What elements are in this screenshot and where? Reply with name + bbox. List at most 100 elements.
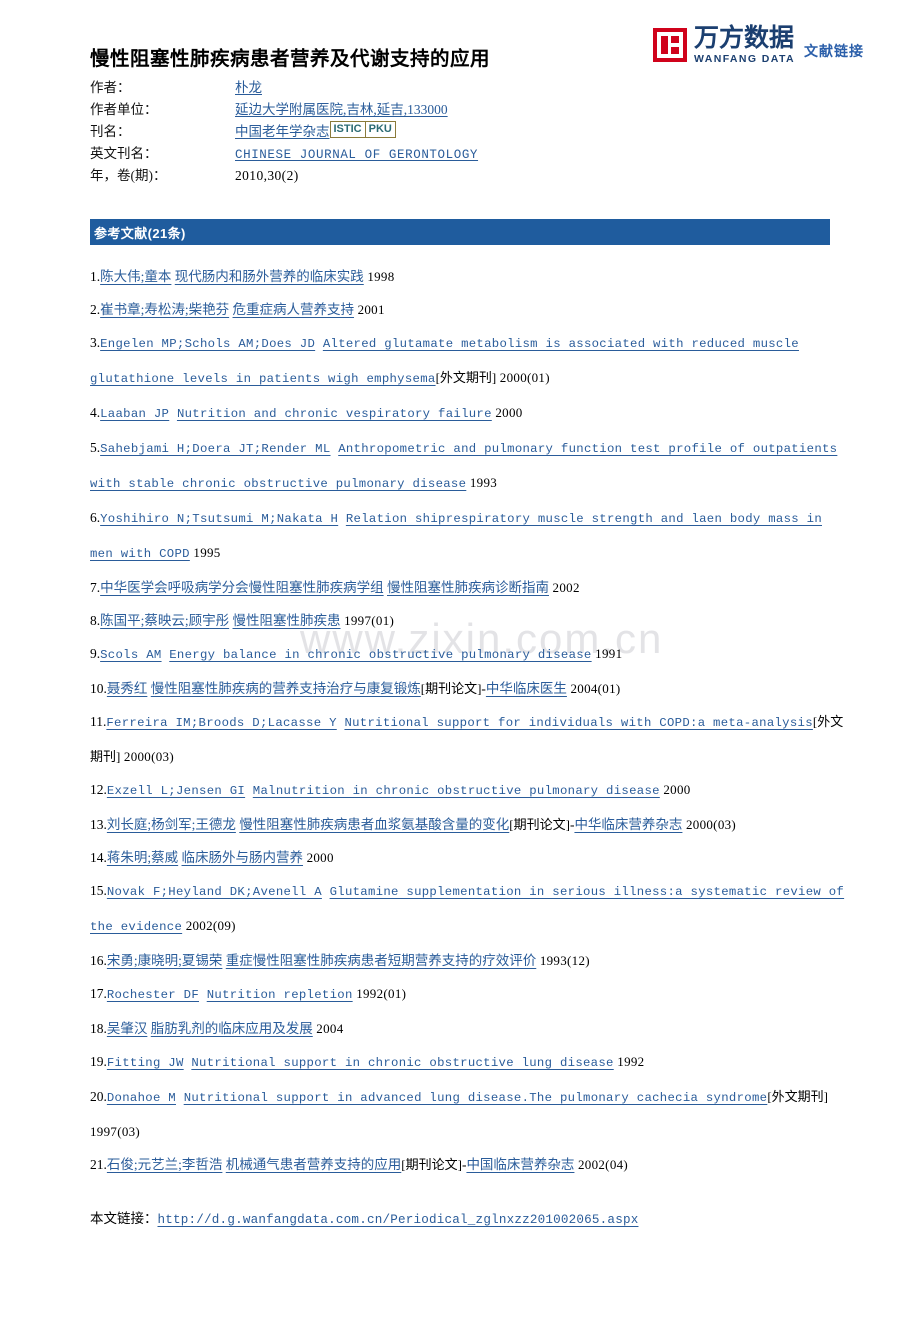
reference-text: 1992 bbox=[613, 1054, 645, 1069]
reference-text: 2000 bbox=[659, 782, 691, 797]
metadata-label: 年，卷(期)： bbox=[90, 168, 167, 183]
reference-text: [外文期刊] bbox=[435, 370, 497, 385]
reference-link[interactable]: 慢性阻塞性肺疾病患者血浆氨基酸含量的变化 bbox=[239, 817, 509, 832]
article-link-url[interactable]: http://d.g.wanfangdata.com.cn/Periodical… bbox=[158, 1213, 639, 1227]
metadata-row: 作者单位： 延边大学附属医院,吉林,延吉,133000 bbox=[90, 98, 478, 120]
wanfang-logo-en: WANFANG DATA bbox=[694, 53, 795, 65]
reference-text bbox=[199, 988, 207, 1002]
metadata-value-link[interactable]: 朴龙 bbox=[235, 76, 262, 96]
reference-link[interactable]: 中华临床医生 bbox=[486, 681, 567, 696]
metadata-row: 刊名： 中国老年学杂志 ISTIC PKU bbox=[90, 120, 478, 142]
reference-link[interactable]: 聂秀红 bbox=[107, 681, 148, 696]
reference-text: 2000 bbox=[303, 850, 334, 865]
reference-item: 21.石俊;元艺兰;李哲浩 机械通气患者营养支持的应用[期刊论文]-中国临床营养… bbox=[90, 1148, 850, 1181]
metadata-label: 作者： bbox=[90, 80, 131, 95]
reference-link[interactable]: Nutritional support for individuals with… bbox=[344, 716, 812, 730]
document-link-label[interactable]: 文献链接 bbox=[804, 41, 864, 61]
reference-index: 18. bbox=[90, 1021, 107, 1036]
reference-link[interactable]: 陈国平;蔡映云;顾宇彤 bbox=[100, 613, 229, 628]
reference-link[interactable]: Nutritional support in advanced lung dis… bbox=[184, 1091, 768, 1105]
reference-index: 4. bbox=[90, 405, 101, 420]
reference-link[interactable]: Novak F;Heyland DK;Avenell A bbox=[107, 885, 322, 899]
badge-pku: PKU bbox=[365, 120, 396, 138]
reference-link[interactable]: Rochester DF bbox=[107, 988, 199, 1002]
reference-link[interactable]: Laaban JP bbox=[100, 407, 169, 421]
reference-index: 11. bbox=[90, 714, 107, 729]
reference-link[interactable]: Exzell L;Jensen GI bbox=[107, 784, 245, 798]
reference-item: 9.Scols AM Energy balance in chronic obs… bbox=[90, 637, 850, 672]
metadata-label: 刊名： bbox=[90, 124, 131, 139]
metadata-value-link[interactable]: 中国老年学杂志 bbox=[235, 120, 330, 140]
metadata-label: 英文刊名： bbox=[90, 146, 158, 161]
reference-item: 3.Engelen MP;Schols AM;Does JD Altered g… bbox=[90, 326, 850, 396]
reference-link[interactable]: Scols AM bbox=[100, 648, 161, 662]
reference-index: 7. bbox=[90, 580, 101, 595]
reference-item: 19.Fitting JW Nutritional support in chr… bbox=[90, 1045, 850, 1080]
metadata-value-link[interactable]: CHINESE JOURNAL OF GERONTOLOGY bbox=[235, 148, 478, 162]
reference-link[interactable]: 危重症病人营养支持 bbox=[233, 302, 355, 317]
reference-link[interactable]: 中国临床营养杂志 bbox=[466, 1157, 574, 1172]
reference-link[interactable]: 陈大伟;童本 bbox=[100, 269, 171, 284]
reference-link[interactable]: 重症慢性阻塞性肺疾病患者短期营养支持的疗效评价 bbox=[226, 953, 537, 968]
reference-link[interactable]: 机械通气患者营养支持的应用 bbox=[226, 1157, 402, 1172]
reference-text: 1997(03) bbox=[90, 1124, 141, 1139]
reference-link[interactable]: 蒋朱明;蔡威 bbox=[107, 850, 178, 865]
metadata-row: 英文刊名： CHINESE JOURNAL OF GERONTOLOGY bbox=[90, 142, 478, 164]
reference-item: 10.聂秀红 慢性阻塞性肺疾病的营养支持治疗与康复锻炼[期刊论文]-中华临床医生… bbox=[90, 672, 850, 705]
reference-link[interactable]: 崔书章;寿松涛;柴艳芬 bbox=[100, 302, 229, 317]
reference-link[interactable]: Sahebjami H;Doera JT;Render ML bbox=[100, 442, 330, 456]
metadata-value-link[interactable]: 延边大学附属医院,吉林,延吉,133000 bbox=[235, 98, 448, 118]
wanfang-logo[interactable]: 万方数据 WANFANG DATA 文献链接 bbox=[653, 26, 864, 65]
reference-text: 1997(01) bbox=[340, 613, 395, 628]
reference-link[interactable]: Nutrition repletion bbox=[207, 988, 353, 1002]
reference-link[interactable]: Malnutrition in chronic obstructive pulm… bbox=[253, 784, 660, 798]
reference-link[interactable]: 中华临床营养杂志 bbox=[574, 817, 682, 832]
metadata-value: 2010,30(2) bbox=[235, 168, 299, 184]
reference-link[interactable]: Yoshihiro N;Tsutsumi M;Nakata H bbox=[100, 512, 338, 526]
reference-link[interactable]: 脂肪乳剂的临床应用及发展 bbox=[151, 1021, 313, 1036]
article-link-label: 本文链接： bbox=[90, 1211, 158, 1226]
metadata-value: 延边大学附属医院,吉林,延吉,133000 bbox=[235, 98, 448, 118]
reference-link[interactable]: 宋勇;康晓明;夏锡荣 bbox=[107, 953, 223, 968]
article-link-row: 本文链接：http://d.g.wanfangdata.com.cn/Perio… bbox=[90, 1207, 638, 1227]
reference-link[interactable]: 吴肇汉 bbox=[107, 1021, 148, 1036]
reference-index: 19. bbox=[90, 1054, 107, 1069]
reference-text bbox=[315, 337, 323, 351]
reference-link[interactable]: Energy balance in chronic obstructive pu… bbox=[169, 648, 591, 662]
reference-text: 2001 bbox=[354, 302, 385, 317]
reference-index: 5. bbox=[90, 440, 101, 455]
reference-text: 2000(03) bbox=[120, 749, 174, 764]
document-page: www.zixin.com.cn 万方数据 WANFANG DATA 文献链接 … bbox=[0, 0, 920, 1344]
reference-item: 16.宋勇;康晓明;夏锡荣 重症慢性阻塞性肺疾病患者短期营养支持的疗效评价 19… bbox=[90, 944, 850, 977]
reference-text: 1991 bbox=[591, 646, 623, 661]
reference-item: 7.中华医学会呼吸病学分会慢性阻塞性肺疾病学组 慢性阻塞性肺疾病诊断指南 200… bbox=[90, 571, 850, 604]
reference-text: 2002(04) bbox=[574, 1157, 629, 1172]
reference-link[interactable]: Donahoe M bbox=[107, 1091, 176, 1105]
reference-index: 16. bbox=[90, 953, 107, 968]
references-section-title: 参考文献(21条) bbox=[94, 225, 186, 241]
reference-link[interactable]: 临床肠外与肠内营养 bbox=[182, 850, 304, 865]
reference-link[interactable]: Fitting JW bbox=[107, 1056, 184, 1070]
reference-link[interactable]: Ferreira IM;Broods D;Lacasse Y bbox=[106, 716, 336, 730]
reference-link[interactable]: 现代肠内和肠外营养的临床实践 bbox=[175, 269, 364, 284]
reference-link[interactable]: 刘长庭;杨剑军;王德龙 bbox=[107, 817, 236, 832]
reference-index: 14. bbox=[90, 850, 107, 865]
reference-link[interactable]: Nutrition and chronic vespiratory failur… bbox=[177, 407, 492, 421]
metadata-row: 作者： 朴龙 bbox=[90, 76, 478, 98]
metadata-value: 中国老年学杂志 ISTIC PKU bbox=[235, 120, 396, 140]
reference-link[interactable]: Engelen MP;Schols AM;Does JD bbox=[100, 337, 315, 351]
wanfang-square-icon bbox=[653, 27, 687, 62]
reference-link[interactable]: Nutritional support in chronic obstructi… bbox=[191, 1056, 613, 1070]
references-list: 1.陈大伟;童本 现代肠内和肠外营养的临床实践 1998 2.崔书章;寿松涛;柴艳… bbox=[90, 260, 850, 1181]
reference-link[interactable]: 中华医学会呼吸病学分会慢性阻塞性肺疾病学组 bbox=[100, 580, 384, 595]
reference-link[interactable]: 慢性阻塞性肺疾患 bbox=[233, 613, 341, 628]
reference-text: 2002(09) bbox=[182, 918, 236, 933]
reference-link[interactable]: 慢性阻塞性肺疾病的营养支持治疗与康复锻炼 bbox=[151, 681, 421, 696]
badge-istic: ISTIC bbox=[329, 120, 366, 138]
metadata-label: 作者单位： bbox=[90, 102, 158, 117]
reference-link[interactable]: 慢性阻塞性肺疾病诊断指南 bbox=[387, 580, 549, 595]
reference-item: 2.崔书章;寿松涛;柴艳芬 危重症病人营养支持 2001 bbox=[90, 293, 850, 326]
reference-link[interactable]: 石俊;元艺兰;李哲浩 bbox=[107, 1157, 223, 1172]
references-section-header: 参考文献(21条) bbox=[90, 219, 830, 245]
wanfang-logo-cn: 万方数据 bbox=[694, 24, 795, 52]
